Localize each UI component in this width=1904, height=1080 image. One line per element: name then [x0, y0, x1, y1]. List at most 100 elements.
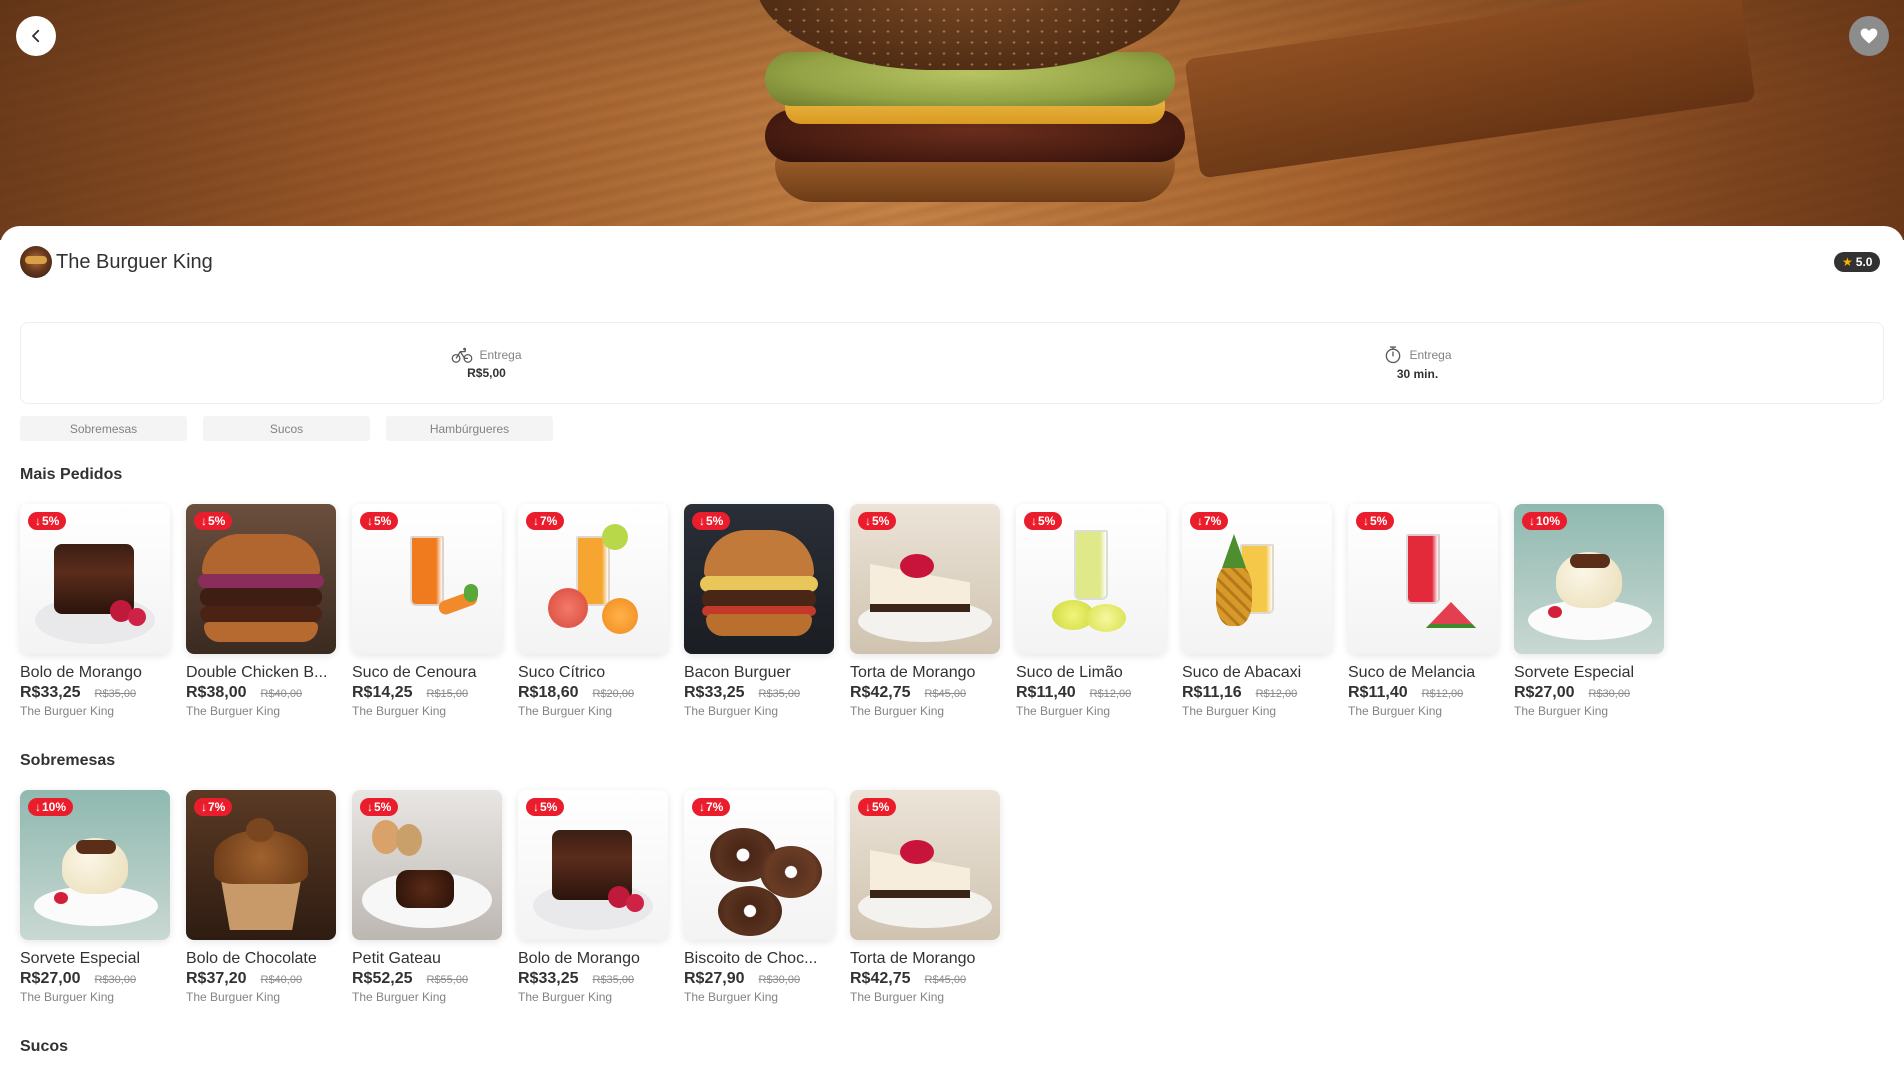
discount-badge: ↓ 7%: [1190, 512, 1229, 530]
product-price: R$33,25: [518, 970, 579, 987]
product-price: R$11,40: [1016, 684, 1076, 701]
arrow-down-icon: ↓: [1363, 514, 1369, 528]
product-image[interactable]: ↓ 5%: [186, 504, 336, 654]
restaurant-content: The Burguer King ★ 5.0 Entrega R$5,00 En…: [0, 226, 1904, 1080]
category-tab-hamburgueres[interactable]: Hambúrgueres: [386, 416, 553, 441]
rating-value: 5.0: [1855, 255, 1873, 269]
product-price: R$27,00: [20, 970, 81, 987]
discount-badge: ↓ 5%: [360, 798, 399, 816]
product-restaurant: The Burguer King: [352, 704, 447, 718]
arrow-down-icon: ↓: [367, 800, 373, 814]
arrow-down-icon: ↓: [533, 800, 539, 814]
product-image[interactable]: ↓ 5%: [850, 790, 1000, 940]
chevron-left-icon: [32, 29, 40, 43]
product-card[interactable]: ↓ 5% Bolo de Morango R$33,25 R$35,00 The …: [20, 504, 170, 718]
arrow-down-icon: ↓: [865, 514, 871, 528]
product-price: R$11,16: [1182, 684, 1242, 701]
product-old-price: R$30,00: [758, 974, 801, 986]
product-name: Torta de Morango: [850, 950, 976, 967]
product-old-price: R$12,00: [1089, 688, 1132, 700]
arrow-down-icon: ↓: [201, 514, 207, 528]
product-card[interactable]: ↓ 5% Double Chicken B... R$38,00 R$40,00 …: [186, 504, 336, 718]
product-restaurant: The Burguer King: [850, 704, 945, 718]
arrow-down-icon: ↓: [35, 514, 41, 528]
product-old-price: R$40,00: [260, 688, 303, 700]
product-restaurant: The Burguer King: [850, 990, 945, 1004]
section-title-mais-pedidos: Mais Pedidos: [20, 466, 123, 483]
product-card[interactable]: ↓ 7% Suco Cítrico R$18,60 R$20,00 The Bur…: [518, 504, 668, 718]
delivery-fee-value: R$5,00: [467, 366, 506, 380]
product-restaurant: The Burguer King: [518, 990, 613, 1004]
arrow-down-icon: ↓: [865, 800, 871, 814]
product-name: Suco de Limão: [1016, 664, 1123, 681]
category-tab-sobremesas[interactable]: Sobremesas: [20, 416, 187, 441]
product-card[interactable]: ↓ 7% Biscoito de Choc... R$27,90 R$30,00 …: [684, 790, 834, 1004]
product-image[interactable]: ↓ 5%: [518, 790, 668, 940]
product-old-price: R$40,00: [260, 974, 303, 986]
product-image[interactable]: ↓ 5%: [684, 504, 834, 654]
discount-badge: ↓ 5%: [526, 798, 565, 816]
product-name: Bacon Burguer: [684, 664, 791, 681]
product-image[interactable]: ↓ 5%: [352, 504, 502, 654]
category-tabs: Sobremesas Sucos Hambúrgueres: [20, 416, 553, 441]
product-price: R$37,20: [186, 970, 247, 987]
delivery-time-value: 30 min.: [1396, 367, 1439, 381]
product-card[interactable]: ↓ 5% Suco de Melancia R$11,40 R$12,00 The…: [1348, 504, 1498, 718]
arrow-down-icon: ↓: [1197, 514, 1203, 528]
product-card[interactable]: ↓ 7% Bolo de Chocolate R$37,20 R$40,00 Th…: [186, 790, 336, 1004]
product-price: R$33,25: [684, 684, 745, 701]
section-title-sobremesas: Sobremesas: [20, 752, 116, 769]
product-old-price: R$20,00: [592, 688, 635, 700]
star-icon: ★: [1842, 255, 1853, 269]
product-image[interactable]: ↓ 5%: [850, 504, 1000, 654]
favorite-button[interactable]: [1849, 16, 1889, 56]
back-button[interactable]: [16, 16, 56, 56]
discount-badge: ↓ 7%: [526, 512, 565, 530]
discount-badge: ↓ 5%: [28, 512, 67, 530]
product-name: Bolo de Chocolate: [186, 950, 317, 967]
product-card[interactable]: ↓ 5% Suco de Limão R$11,40 R$12,00 The Bu…: [1016, 504, 1166, 718]
discount-badge: ↓ 5%: [692, 512, 731, 530]
discount-badge: ↓ 10%: [1522, 512, 1568, 530]
delivery-time-label: Entrega: [1409, 348, 1452, 362]
delivery-fee: Entrega R$5,00: [21, 323, 952, 403]
product-image[interactable]: ↓ 10%: [1514, 504, 1664, 654]
delivery-fee-label: Entrega: [479, 348, 522, 362]
product-price: R$52,25: [352, 970, 413, 987]
product-image[interactable]: ↓ 7%: [518, 504, 668, 654]
product-image[interactable]: ↓ 10%: [20, 790, 170, 940]
product-card[interactable]: ↓ 10% Sorvete Especial R$27,00 R$30,00 Th…: [1514, 504, 1664, 718]
product-price: R$18,60: [518, 684, 579, 701]
product-image[interactable]: ↓ 5%: [1016, 504, 1166, 654]
restaurant-header: The Burguer King: [20, 246, 213, 278]
product-image[interactable]: ↓ 5%: [20, 504, 170, 654]
product-price: R$14,25: [352, 684, 413, 701]
product-card[interactable]: ↓ 5% Petit Gateau R$52,25 R$55,00 The Bur…: [352, 790, 502, 1004]
product-image[interactable]: ↓ 7%: [684, 790, 834, 940]
delivery-time: Entrega 30 min.: [952, 323, 1883, 403]
rating-badge: ★ 5.0: [1834, 252, 1881, 272]
product-card[interactable]: ↓ 10% Sorvete Especial R$27,00 R$30,00 Th…: [20, 790, 170, 1004]
product-card[interactable]: ↓ 7% Suco de Abacaxi R$11,16 R$12,00 The …: [1182, 504, 1332, 718]
product-price: R$42,75: [850, 970, 911, 987]
product-card[interactable]: ↓ 5% Bolo de Morango R$33,25 R$35,00 The …: [518, 790, 668, 1004]
product-restaurant: The Burguer King: [20, 990, 115, 1004]
arrow-down-icon: ↓: [699, 514, 705, 528]
product-card[interactable]: ↓ 5% Torta de Morango R$42,75 R$45,00 The…: [850, 504, 1000, 718]
product-image[interactable]: ↓ 7%: [186, 790, 336, 940]
discount-badge: ↓ 7%: [692, 798, 731, 816]
discount-badge: ↓ 10%: [28, 798, 74, 816]
product-image[interactable]: ↓ 5%: [352, 790, 502, 940]
category-tab-sucos[interactable]: Sucos: [203, 416, 370, 441]
product-name: Suco de Cenoura: [352, 664, 477, 681]
product-restaurant: The Burguer King: [352, 990, 447, 1004]
product-restaurant: The Burguer King: [684, 704, 779, 718]
product-name: Suco de Abacaxi: [1182, 664, 1302, 681]
product-image[interactable]: ↓ 5%: [1348, 504, 1498, 654]
product-name: Bolo de Morango: [20, 664, 142, 681]
product-card[interactable]: ↓ 5% Suco de Cenoura R$14,25 R$15,00 The …: [352, 504, 502, 718]
product-restaurant: The Burguer King: [518, 704, 613, 718]
product-image[interactable]: ↓ 7%: [1182, 504, 1332, 654]
product-card[interactable]: ↓ 5% Bacon Burguer R$33,25 R$35,00 The Bu…: [684, 504, 834, 718]
product-card[interactable]: ↓ 5% Torta de Morango R$42,75 R$45,00 The…: [850, 790, 1000, 1004]
